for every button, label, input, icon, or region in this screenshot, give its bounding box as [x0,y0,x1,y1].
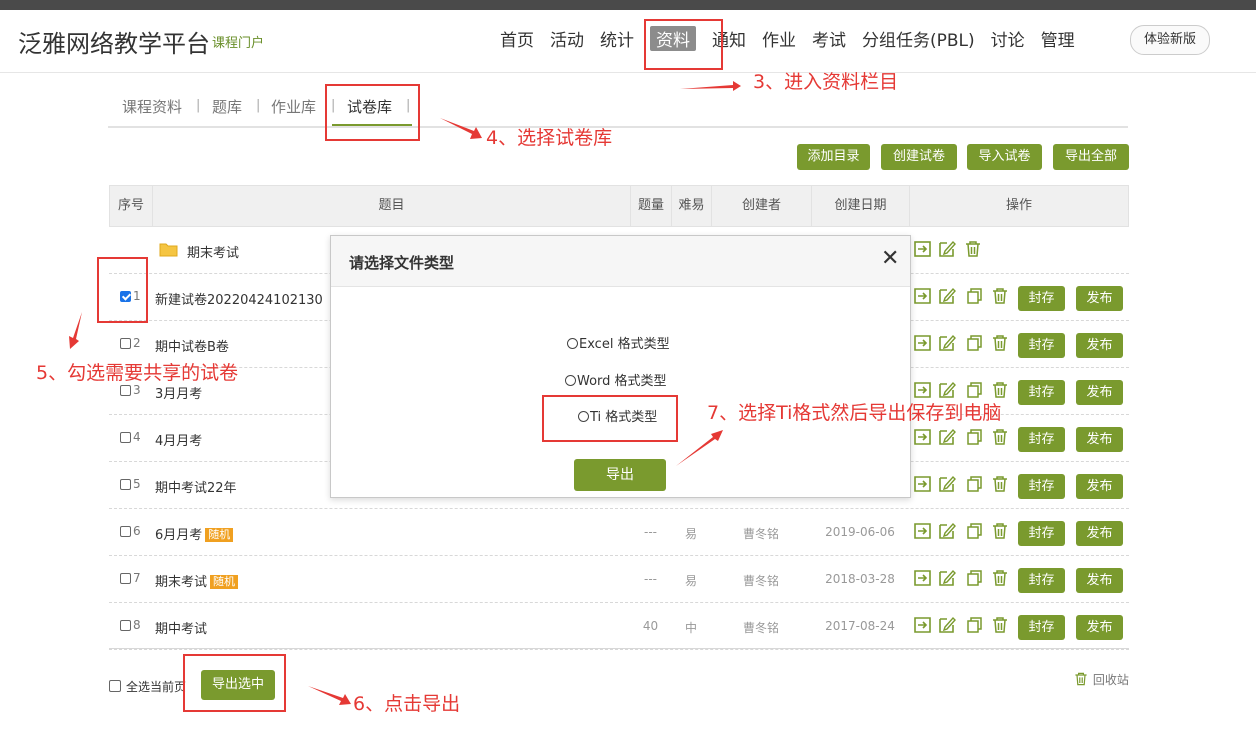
arrow-step3 [680,81,741,91]
annotation-step3: 3、进入资料栏目 [753,71,899,93]
arrow-step6 [308,686,351,705]
annotation-step7: 7、选择Ti格式然后导出保存到电脑 [707,402,1002,424]
annotation-step6: 6、点击导出 [353,693,461,715]
arrow-step4 [440,118,482,139]
annotation-step4: 4、选择试卷库 [486,127,613,149]
annotation-step5: 5、勾选需要共享的试卷 [36,362,239,384]
arrow-step5 [69,312,82,349]
arrow-step7 [676,430,723,466]
